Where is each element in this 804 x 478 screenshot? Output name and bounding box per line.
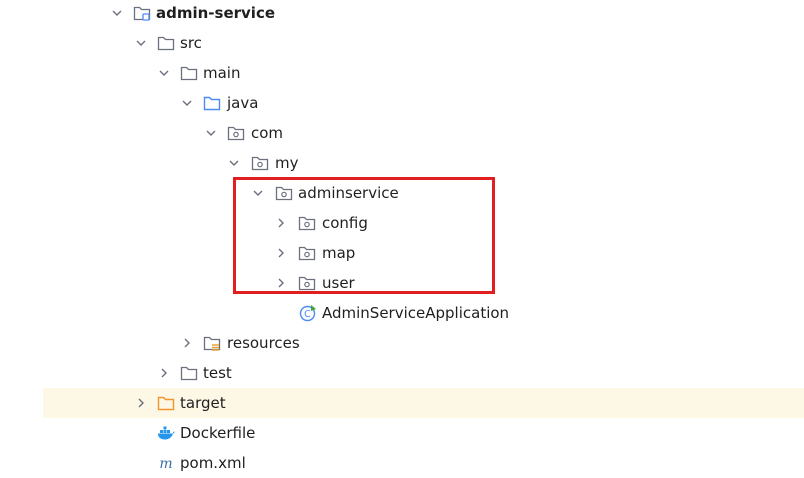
package-icon [298, 244, 316, 262]
maven-icon: m [157, 454, 175, 472]
tree-node-label: AdminServiceApplication [322, 304, 510, 322]
chevron-down-icon[interactable] [135, 37, 147, 49]
folder-icon [180, 364, 198, 382]
tree-node-label: test [203, 364, 232, 382]
tree-node-label: java [227, 94, 259, 112]
tree-node-com[interactable]: com [0, 118, 804, 148]
spring-boot-class-icon: C [299, 304, 317, 322]
chevron-down-icon[interactable] [181, 97, 193, 109]
chevron-down-icon[interactable] [111, 7, 123, 19]
folder-icon [157, 34, 175, 52]
tree-node-label: resources [227, 334, 300, 352]
tree-node-label: main [203, 64, 241, 82]
resources-folder-icon [203, 334, 221, 352]
tree-node-my[interactable]: my [0, 148, 804, 178]
tree-node-label: src [180, 34, 202, 52]
chevron-down-icon[interactable] [228, 157, 240, 169]
chevron-right-icon[interactable] [275, 277, 287, 289]
tree-node-label: target [180, 394, 226, 412]
chevron-right-icon[interactable] [275, 217, 287, 229]
tree-node-dockerfile[interactable]: Dockerfile [0, 418, 804, 448]
tree-node-adminservice[interactable]: adminservice [0, 178, 804, 208]
package-icon [251, 154, 269, 172]
chevron-right-icon[interactable] [135, 397, 147, 409]
tree-node-target[interactable]: target [43, 388, 804, 418]
chevron-down-icon[interactable] [252, 187, 264, 199]
package-icon [227, 124, 245, 142]
tree-node-admin-service-application[interactable]: C AdminServiceApplication [0, 298, 804, 328]
tree-node-user[interactable]: user [0, 268, 804, 298]
tree-node-label: admin-service [156, 4, 276, 22]
tree-node-pom[interactable]: m pom.xml [0, 448, 804, 478]
chevron-down-icon[interactable] [158, 67, 170, 79]
tree-node-label: pom.xml [180, 454, 246, 472]
tree-node-admin-service[interactable]: admin-service [0, 0, 804, 28]
docker-icon [157, 424, 175, 442]
tree-node-label: map [322, 244, 356, 262]
project-tree: admin-service src main java com my admin… [0, 0, 804, 472]
tree-node-label: adminservice [298, 184, 399, 202]
tree-node-label: com [251, 124, 284, 142]
chevron-right-icon[interactable] [275, 247, 287, 259]
module-folder-icon [133, 4, 151, 22]
package-icon [275, 184, 293, 202]
tree-node-label: my [275, 154, 299, 172]
package-icon [298, 214, 316, 232]
source-folder-icon [203, 94, 221, 112]
tree-node-java[interactable]: java [0, 88, 804, 118]
package-icon [298, 274, 316, 292]
chevron-down-icon[interactable] [205, 127, 217, 139]
tree-node-map[interactable]: map [0, 238, 804, 268]
tree-node-test[interactable]: test [0, 358, 804, 388]
excluded-folder-icon [157, 394, 175, 412]
svg-text:m: m [159, 456, 172, 472]
tree-node-src[interactable]: src [0, 28, 804, 58]
tree-node-label: user [322, 274, 355, 292]
tree-node-label: config [322, 214, 368, 232]
chevron-right-icon[interactable] [158, 367, 170, 379]
svg-text:C: C [304, 309, 311, 320]
tree-node-label: Dockerfile [180, 424, 256, 442]
tree-node-main[interactable]: main [0, 58, 804, 88]
folder-icon [180, 64, 198, 82]
tree-node-config[interactable]: config [0, 208, 804, 238]
tree-node-resources[interactable]: resources [0, 328, 804, 358]
chevron-right-icon[interactable] [181, 337, 193, 349]
